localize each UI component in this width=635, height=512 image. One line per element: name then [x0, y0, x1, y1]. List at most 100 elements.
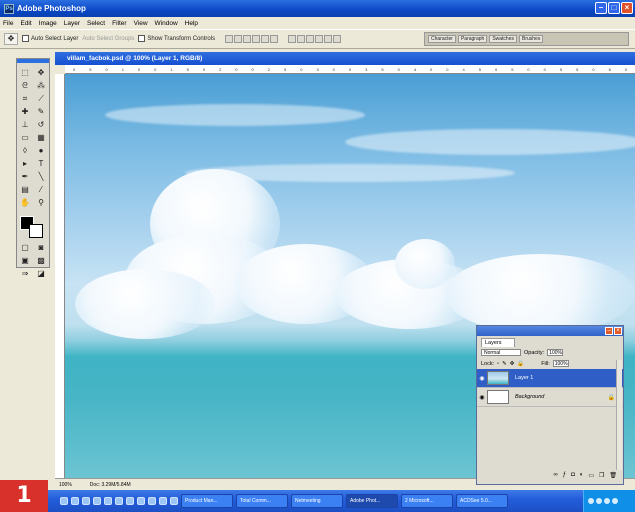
fill-input[interactable]: 100%: [552, 360, 569, 367]
fullscreen-mode-icon[interactable]: ▩: [34, 255, 48, 266]
opacity-input[interactable]: 100%: [547, 349, 564, 356]
crop-tool-icon[interactable]: ⌗: [18, 93, 32, 104]
taskbar-button[interactable]: 2 Microsoft...: [401, 494, 453, 508]
lock-move-icon[interactable]: ✥: [510, 361, 515, 367]
palette-tab-brushes[interactable]: Brushes: [519, 35, 544, 43]
tab-layers[interactable]: Layers: [481, 338, 515, 347]
notes-tool-icon[interactable]: ▤: [18, 184, 32, 195]
align-right-icon[interactable]: [270, 35, 279, 43]
type-tool-icon[interactable]: T: [34, 158, 48, 169]
menu-layer[interactable]: Layer: [64, 20, 80, 27]
quicklaunch-icon[interactable]: [71, 497, 79, 505]
slice-tool-icon[interactable]: ⟋: [34, 93, 48, 104]
quicklaunch-icon[interactable]: [137, 497, 145, 505]
zoom-level[interactable]: 100%: [59, 482, 72, 488]
hand-tool-icon[interactable]: ✋: [18, 197, 32, 208]
shape-tool-icon[interactable]: ╲: [34, 171, 48, 182]
tray-icon[interactable]: [596, 498, 602, 504]
distribute-left-icon[interactable]: [315, 35, 324, 43]
visibility-eye-icon[interactable]: ◉: [477, 394, 487, 401]
toolbox-grip[interactable]: [17, 59, 49, 63]
imageready-icon[interactable]: ◪: [34, 268, 48, 279]
quicklaunch-icon[interactable]: [82, 497, 90, 505]
distribute-middle-icon[interactable]: [297, 35, 306, 43]
quicklaunch-icon[interactable]: [170, 497, 178, 505]
visibility-eye-icon[interactable]: ◉: [477, 375, 487, 382]
tray-icon[interactable]: [604, 498, 610, 504]
palette-tab-paragraph[interactable]: Paragraph: [457, 35, 488, 43]
align-left-icon[interactable]: [252, 35, 261, 43]
document-title-bar[interactable]: villam_facbok.psd @ 100% (Layer 1, RGB/8…: [55, 52, 635, 65]
blur-tool-icon[interactable]: ◊: [18, 145, 32, 156]
maximize-button[interactable]: □: [608, 2, 620, 14]
menu-view[interactable]: View: [134, 20, 148, 27]
gradient-tool-icon[interactable]: ▦: [34, 132, 48, 143]
taskbar-button[interactable]: Netmeeting: [291, 494, 343, 508]
layer-row[interactable]: ◉ Background 🔒: [477, 388, 623, 407]
eyedropper-icon[interactable]: ⁄: [34, 184, 48, 195]
quicklaunch-icon[interactable]: [159, 497, 167, 505]
link-layers-icon[interactable]: ∞: [553, 472, 557, 482]
quicklaunch-icon[interactable]: [60, 497, 68, 505]
distribute-right-icon[interactable]: [333, 35, 342, 43]
lock-all-icon[interactable]: 🔒: [517, 361, 524, 367]
menu-image[interactable]: Image: [39, 20, 57, 27]
menu-window[interactable]: Window: [155, 20, 178, 27]
quicklaunch-icon[interactable]: [126, 497, 134, 505]
menu-file[interactable]: File: [3, 20, 13, 27]
screen-mode-icon[interactable]: ▣: [18, 255, 32, 266]
clone-stamp-icon[interactable]: ⊥: [18, 119, 32, 130]
close-button[interactable]: ×: [621, 2, 633, 14]
transform-controls-checkbox[interactable]: Show Transform Controls: [138, 35, 215, 43]
path-select-icon[interactable]: ▸: [18, 158, 32, 169]
add-mask-icon[interactable]: ◘: [571, 472, 575, 482]
quick-mask-icon[interactable]: ◙: [34, 242, 48, 253]
menu-select[interactable]: Select: [87, 20, 105, 27]
new-group-icon[interactable]: ▭: [588, 472, 594, 482]
distribute-center-icon[interactable]: [324, 35, 333, 43]
auto-select-checkbox[interactable]: Auto Select Layer: [22, 35, 78, 43]
background-color[interactable]: [29, 224, 43, 238]
align-center-icon[interactable]: [261, 35, 270, 43]
layers-panel-header[interactable]: – ×: [477, 326, 623, 336]
layer-style-icon[interactable]: ƒ: [563, 472, 566, 482]
align-middle-icon[interactable]: [234, 35, 243, 43]
marquee-tool-icon[interactable]: ⬚: [18, 67, 32, 78]
taskbar-button-active[interactable]: Adobe Phot...: [346, 494, 398, 508]
move-tool-icon[interactable]: ✥: [4, 33, 18, 45]
lock-paint-icon[interactable]: ✎: [502, 361, 507, 367]
healing-brush-icon[interactable]: ✚: [18, 106, 32, 117]
delete-layer-icon[interactable]: 🗑: [609, 472, 617, 482]
quicklaunch-icon[interactable]: [104, 497, 112, 505]
minimize-button[interactable]: –: [595, 2, 607, 14]
tray-icon[interactable]: [588, 498, 594, 504]
menu-filter[interactable]: Filter: [112, 20, 126, 27]
align-bottom-icon[interactable]: [243, 35, 252, 43]
quicklaunch-icon[interactable]: [148, 497, 156, 505]
tray-icon[interactable]: [612, 498, 618, 504]
taskbar-button[interactable]: ACDSee 5.0...: [456, 494, 508, 508]
lock-transparency-icon[interactable]: ▫: [497, 361, 499, 367]
taskbar-button[interactable]: Total Comm...: [236, 494, 288, 508]
panel-close-icon[interactable]: ×: [614, 327, 622, 335]
panel-minimize-icon[interactable]: –: [605, 327, 613, 335]
blend-mode-select[interactable]: Normal: [481, 349, 521, 356]
brush-tool-icon[interactable]: ✎: [34, 106, 48, 117]
palette-tab-swatches[interactable]: Swatches: [489, 35, 517, 43]
color-swatches[interactable]: [20, 216, 46, 238]
eraser-tool-icon[interactable]: ▭: [18, 132, 32, 143]
zoom-tool-icon[interactable]: ⚲: [34, 197, 48, 208]
distribute-top-icon[interactable]: [288, 35, 297, 43]
menu-edit[interactable]: Edit: [20, 20, 31, 27]
lasso-tool-icon[interactable]: ᘓ: [18, 80, 32, 91]
quicklaunch-icon[interactable]: [115, 497, 123, 505]
palette-tab-character[interactable]: Character: [428, 35, 456, 43]
layer-row[interactable]: ◉ Layer 1: [477, 369, 623, 388]
layers-scrollbar[interactable]: [616, 360, 622, 470]
taskbar-button[interactable]: Product Man...: [181, 494, 233, 508]
new-layer-icon[interactable]: ❐: [599, 472, 604, 482]
standard-mode-icon[interactable]: ▢: [18, 242, 32, 253]
distribute-bottom-icon[interactable]: [306, 35, 315, 43]
quicklaunch-icon[interactable]: [93, 497, 101, 505]
history-brush-icon[interactable]: ↺: [34, 119, 48, 130]
